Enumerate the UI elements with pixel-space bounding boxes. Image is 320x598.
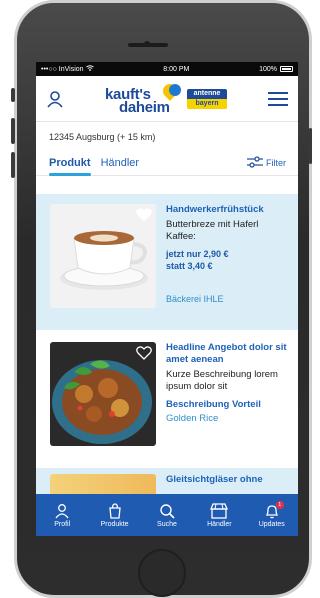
nav-produkte[interactable]: Produkte xyxy=(91,502,139,528)
battery-status: 100% xyxy=(259,66,293,73)
logo-line-2: daheim xyxy=(119,98,170,116)
nav-label: Updates xyxy=(258,520,285,528)
status-bar: •••○○ InVision 8:00 PM 100% xyxy=(36,62,298,76)
food-image xyxy=(50,342,156,446)
product-card[interactable]: Headline Angebot dolor sit amet aenean K… xyxy=(36,332,298,468)
coffee-image xyxy=(50,204,156,308)
power-button[interactable] xyxy=(309,128,312,164)
product-info: Headline Angebot dolor sit amet aenean K… xyxy=(156,342,290,458)
wifi-icon xyxy=(85,65,94,73)
app-screen: •••○○ InVision 8:00 PM 100% kauft's dahe… xyxy=(36,62,298,536)
product-list[interactable]: Handwerkerfrühstück Butterbreze mit Hafe… xyxy=(36,194,298,495)
app-header: kauft's daheim antenne bayern xyxy=(36,76,298,122)
nav-haendler[interactable]: Händler xyxy=(195,502,243,528)
tab-bar: Produkt Händler Filter xyxy=(36,150,298,176)
price-before: statt 3,40 € xyxy=(166,260,213,271)
product-benefit: Beschreibung Vorteil xyxy=(166,399,261,410)
product-image xyxy=(50,474,156,495)
product-title[interactable]: Gleitsichtgläser ohne xyxy=(166,474,263,485)
product-title[interactable]: Headline Angebot dolor sit amet aenean xyxy=(166,342,290,366)
clock: 8:00 PM xyxy=(163,65,190,73)
tab-produkt[interactable]: Produkt xyxy=(49,150,91,176)
carrier-label: •••○○ InVision xyxy=(41,65,84,73)
nav-label: Händler xyxy=(207,520,232,528)
price-now: jetzt nur 2,90 € xyxy=(166,249,229,259)
shop-icon xyxy=(210,502,229,519)
logo-dot-icon xyxy=(169,83,181,96)
nav-label: Profil xyxy=(54,520,71,528)
brand-logo[interactable]: kauft's daheim antenne bayern xyxy=(105,80,227,116)
carrier: •••○○ InVision xyxy=(41,65,94,73)
nav-label: Suche xyxy=(157,520,177,528)
nav-updates[interactable]: 1 Updates xyxy=(248,500,296,528)
battery-label: 100% xyxy=(259,65,277,73)
product-card[interactable]: Gleitsichtgläser ohne xyxy=(36,468,298,495)
filter-button[interactable]: Filter xyxy=(247,155,286,170)
search-icon xyxy=(159,503,175,519)
favorite-heart-icon[interactable] xyxy=(136,208,152,227)
favorite-heart-icon[interactable] xyxy=(136,346,152,365)
vendor-link[interactable]: Golden Rice xyxy=(166,413,290,424)
product-description: Butterbreze mit Haferl Kaffee: xyxy=(166,219,259,242)
hamburger-menu-icon[interactable] xyxy=(268,91,288,107)
product-info: Handwerkerfrühstück Butterbreze mit Hafe… xyxy=(156,204,290,320)
nav-profil[interactable]: Profil xyxy=(38,503,86,528)
volume-down-button[interactable] xyxy=(11,152,15,178)
person-icon xyxy=(54,503,70,519)
partner-top: antenne xyxy=(187,88,227,99)
vendor-link[interactable]: Bäckerei IHLE xyxy=(166,294,290,304)
antenne-bayern-logo: antenne bayern xyxy=(187,88,227,109)
mute-switch[interactable] xyxy=(11,88,15,102)
product-title[interactable]: Handwerkerfrühstück xyxy=(166,204,290,216)
volume-up-button[interactable] xyxy=(11,118,15,144)
profile-icon[interactable] xyxy=(46,90,64,108)
nav-suche[interactable]: Suche xyxy=(143,503,191,528)
location-label[interactable]: 12345 Augsburg (+ 15 km) xyxy=(36,122,298,150)
nav-label: Produkte xyxy=(100,520,129,528)
bottom-navigation: Profil Produkte Suche Händler 1 Updates xyxy=(36,494,298,536)
sliders-icon xyxy=(247,155,263,170)
kaufts-daheim-logo: kauft's daheim xyxy=(105,80,181,116)
updates-badge: 1 xyxy=(275,500,284,509)
home-button[interactable] xyxy=(138,549,186,597)
tab-haendler[interactable]: Händler xyxy=(101,150,140,175)
earpiece xyxy=(128,43,168,47)
filter-label: Filter xyxy=(266,157,286,168)
bag-icon xyxy=(107,502,123,519)
partner-bottom: bayern xyxy=(187,98,227,109)
product-description: Kurze Beschreibung lorem ipsum dolor sit xyxy=(166,369,278,392)
product-card[interactable]: Handwerkerfrühstück Butterbreze mit Hafe… xyxy=(36,194,298,330)
battery-icon xyxy=(279,65,293,72)
